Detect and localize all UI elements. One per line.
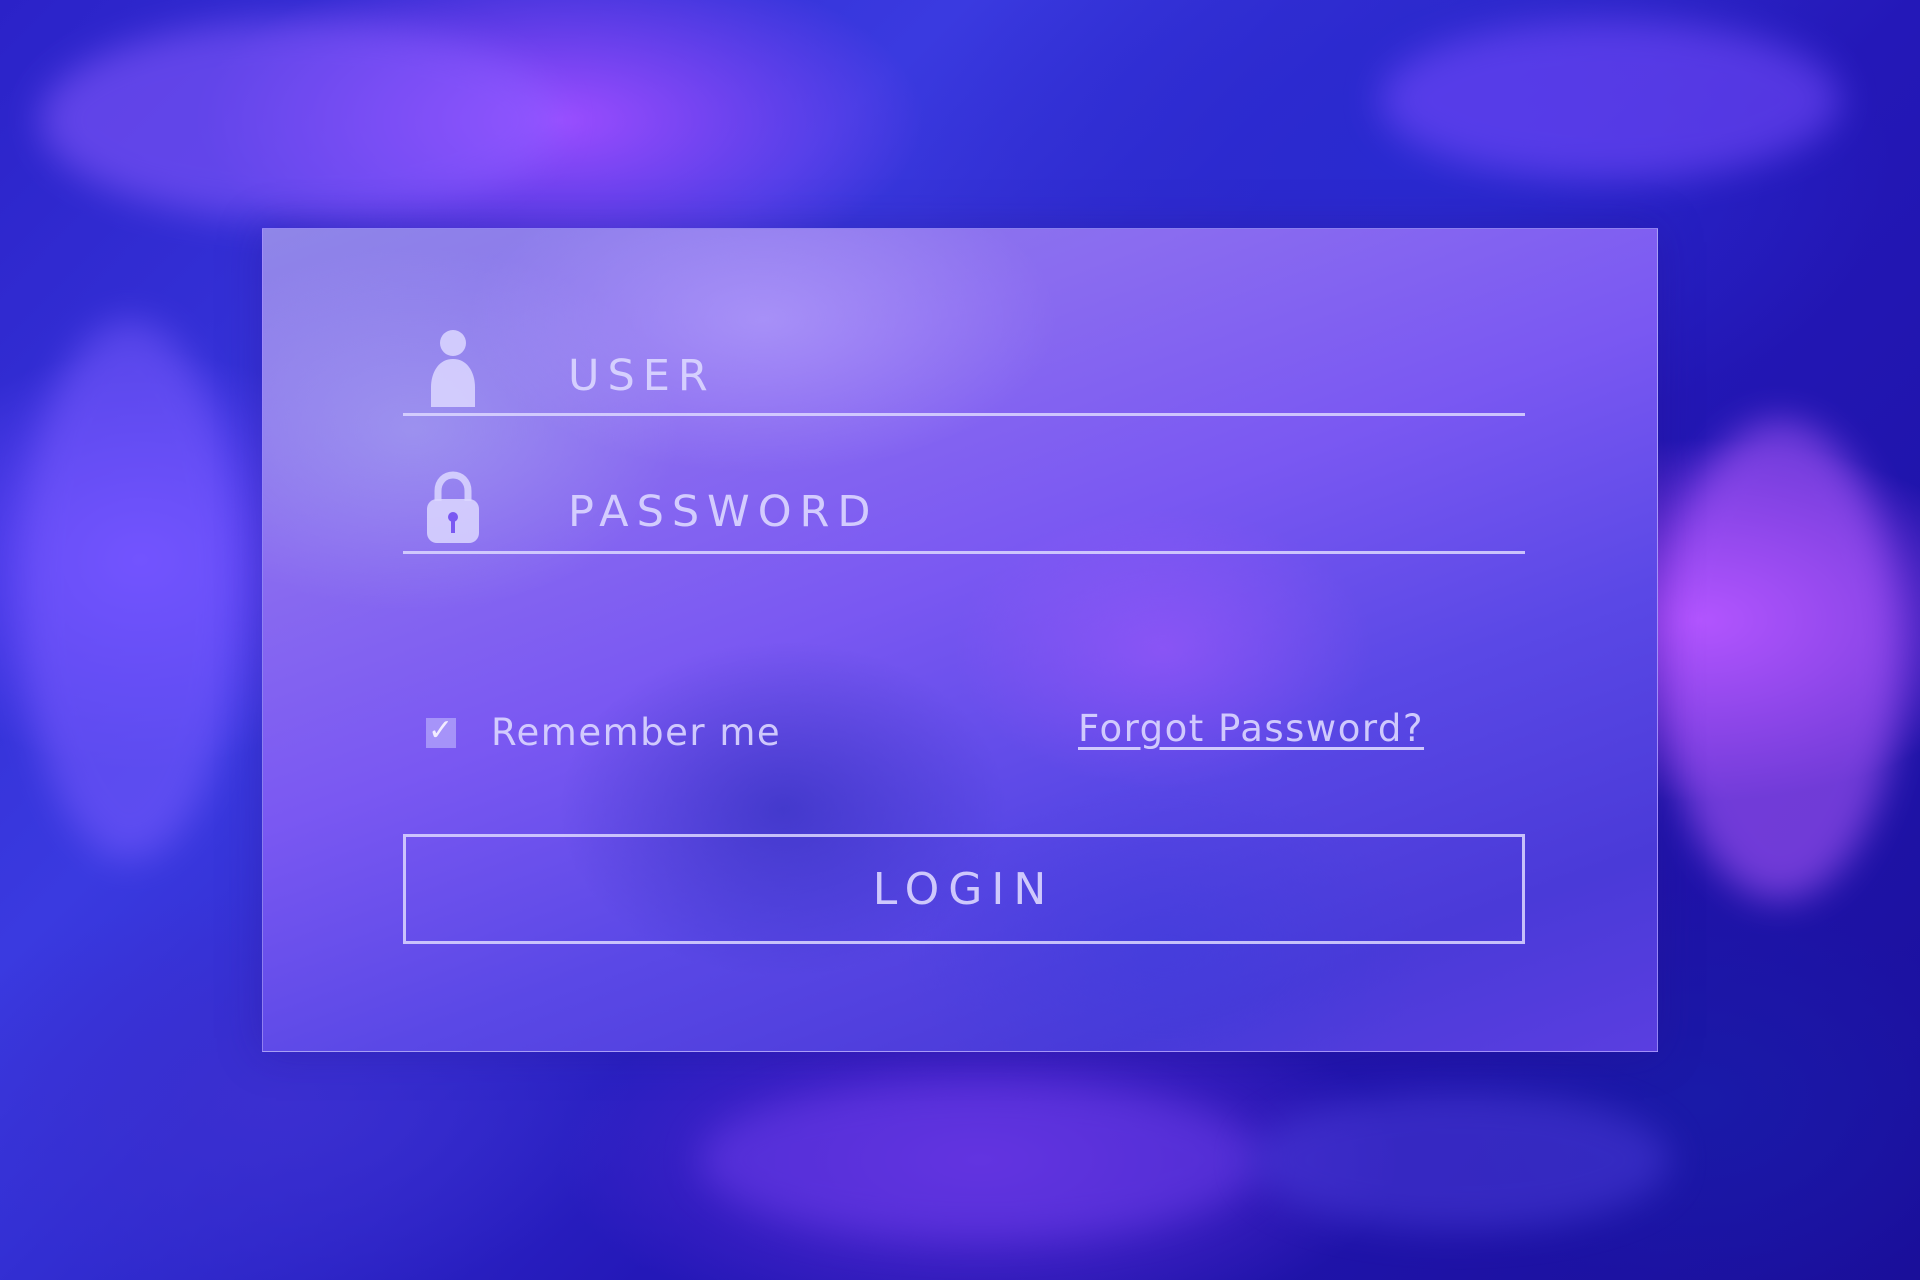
background-swirl (1250, 1090, 1670, 1230)
background-swirl (1660, 420, 1900, 900)
password-field[interactable]: PASSWORD (403, 447, 1525, 554)
password-placeholder: PASSWORD (568, 487, 879, 537)
remember-me: ✓ Remember me (426, 711, 781, 754)
background-swirl (20, 320, 240, 860)
checkmark-icon: ✓ (428, 712, 454, 748)
remember-me-label: Remember me (491, 711, 782, 754)
forgot-password-link[interactable]: Forgot Password? (1078, 707, 1424, 750)
lock-icon (425, 469, 481, 549)
login-button[interactable]: LOGIN (403, 834, 1525, 944)
login-button-label: LOGIN (872, 863, 1056, 915)
background-swirl (700, 1080, 1260, 1240)
login-card: USER PASSWORD ✓ Remember me Forgot Passw… (262, 228, 1658, 1052)
username-placeholder: USER (568, 351, 716, 401)
background-swirl (1380, 20, 1840, 180)
background-swirl (40, 20, 560, 220)
username-field[interactable]: USER (403, 309, 1525, 416)
remember-me-checkbox[interactable]: ✓ (426, 712, 456, 748)
user-icon (425, 329, 481, 409)
